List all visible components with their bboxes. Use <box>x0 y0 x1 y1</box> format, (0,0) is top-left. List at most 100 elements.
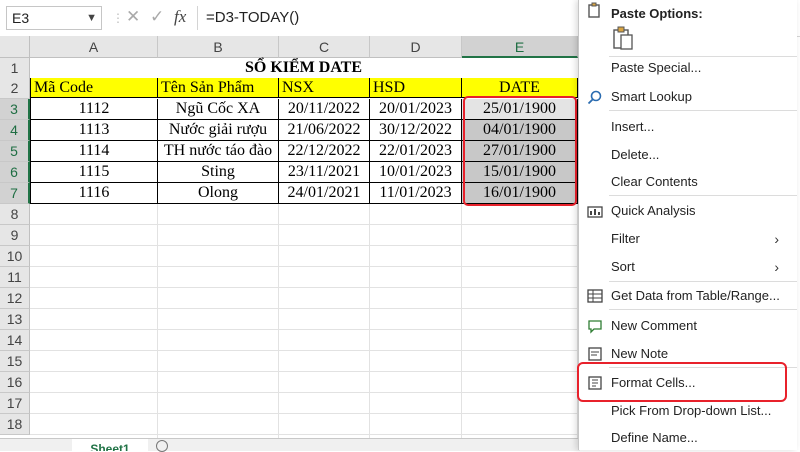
gridline <box>30 329 578 330</box>
table-cell[interactable]: 22/12/2022 <box>279 141 370 162</box>
gridline <box>30 434 578 435</box>
table-cell[interactable]: 30/12/2022 <box>370 120 462 141</box>
cancel-icon[interactable]: ✕ <box>126 7 140 27</box>
table-cell[interactable]: 10/01/2023 <box>370 162 462 183</box>
menu-item-paste-special[interactable]: Paste Special... <box>579 55 797 81</box>
menu-item-clear-contents[interactable]: Clear Contents <box>579 169 797 195</box>
row-header-4[interactable]: 4 <box>0 120 30 141</box>
row-header-12[interactable]: 12 <box>0 288 30 309</box>
gridline <box>30 371 578 372</box>
column-header-b[interactable]: B <box>158 36 279 58</box>
gridline <box>369 204 370 438</box>
menu-item-new-comment[interactable]: New Comment <box>579 313 797 339</box>
menu-item-smart-lookup[interactable]: Smart Lookup <box>579 84 797 110</box>
chevron-right-icon: › <box>774 259 779 275</box>
table-cell[interactable]: 20/11/2022 <box>279 99 370 120</box>
row-header-16[interactable]: 16 <box>0 372 30 393</box>
table-cell[interactable]: 1112 <box>31 99 158 120</box>
menu-item-label: Get Data from Table/Range... <box>611 288 780 303</box>
row-header-13[interactable]: 13 <box>0 309 30 330</box>
row-header-10[interactable]: 10 <box>0 246 30 267</box>
menu-item-label: Insert... <box>611 119 655 134</box>
name-box-value: E3 <box>12 10 30 26</box>
menu-item-sort[interactable]: Sort › <box>579 254 797 280</box>
gridline <box>461 204 462 438</box>
gridline <box>30 308 578 309</box>
select-all-corner[interactable] <box>0 36 30 58</box>
table-cell[interactable]: 22/01/2023 <box>370 141 462 162</box>
formula-input[interactable]: =D3-TODAY() <box>206 9 299 26</box>
table-cell[interactable]: Sting <box>158 162 279 183</box>
table-cell[interactable]: Ngũ Cốc XA <box>158 99 279 120</box>
menu-item-label: Filter <box>611 231 640 246</box>
menu-item-get-data[interactable]: Get Data from Table/Range... <box>579 283 797 309</box>
chevron-right-icon: › <box>774 231 779 247</box>
paste-options-heading: Paste Options: <box>579 0 797 26</box>
row-header-14[interactable]: 14 <box>0 330 30 351</box>
row-header-8[interactable]: 8 <box>0 204 30 225</box>
table-cell[interactable]: 21/06/2022 <box>279 120 370 141</box>
menu-separator <box>609 281 797 282</box>
table-cell[interactable]: Nước giải rượu <box>158 120 279 141</box>
chevron-down-icon[interactable]: ▼ <box>86 7 97 29</box>
formula-bar-grip-icon: ⋮ <box>112 11 124 25</box>
table-cell[interactable]: 1113 <box>31 120 158 141</box>
column-header-c[interactable]: C <box>279 36 370 58</box>
menu-separator <box>609 110 797 111</box>
date-range-highlight <box>463 96 577 206</box>
header-cell-hsd[interactable]: HSD <box>370 78 462 98</box>
menu-item-pick-from-list[interactable]: Pick From Drop-down List... <box>579 398 797 424</box>
header-cell-date[interactable]: DATE <box>462 78 578 98</box>
table-cell[interactable]: TH nước táo đào <box>158 141 279 162</box>
gridline <box>30 245 578 246</box>
menu-item-label: Pick From Drop-down List... <box>611 403 772 418</box>
row-header-17[interactable]: 17 <box>0 393 30 414</box>
table-cell[interactable]: 11/01/2023 <box>370 183 462 204</box>
menu-item-quick-analysis[interactable]: Quick Analysis <box>579 198 797 224</box>
column-header-a[interactable]: A <box>30 36 158 58</box>
context-menu: Paste Options: Paste Special... Smart Lo… <box>577 0 797 451</box>
sheet-title-cell[interactable]: SỔ KIỂM DATE <box>31 58 576 78</box>
header-cell-product[interactable]: Tên Sản Phẩm <box>158 78 279 98</box>
header-cell-code[interactable]: Mã Code <box>31 78 158 98</box>
row-header-11[interactable]: 11 <box>0 267 30 288</box>
name-box[interactable]: E3 ▼ <box>6 6 102 30</box>
gridline <box>30 413 578 414</box>
sheet-tab-sheet1[interactable]: Sheet1 <box>72 439 148 451</box>
enter-icon[interactable]: ✓ <box>150 7 164 27</box>
row-header-2[interactable]: 2 <box>0 78 30 99</box>
header-cell-nsx[interactable]: NSX <box>279 78 370 98</box>
row-header-7[interactable]: 7 <box>0 183 30 204</box>
paste-clipboard-button[interactable] <box>609 24 637 52</box>
insert-function-icon[interactable]: fx <box>174 7 186 27</box>
comment-icon <box>588 320 602 334</box>
column-header-e[interactable]: E <box>462 36 578 58</box>
table-cell[interactable]: 1115 <box>31 162 158 183</box>
menu-item-delete[interactable]: Delete... <box>579 142 797 168</box>
table-icon <box>587 289 603 303</box>
table-cell[interactable]: 1114 <box>31 141 158 162</box>
menu-separator <box>609 309 797 310</box>
row-header-18[interactable]: 18 <box>0 414 30 435</box>
column-header-d[interactable]: D <box>370 36 462 58</box>
row-header-15[interactable]: 15 <box>0 351 30 372</box>
menu-item-label: Clear Contents <box>611 174 698 189</box>
row-header-5[interactable]: 5 <box>0 141 30 162</box>
menu-item-define-name[interactable]: Define Name... <box>579 425 797 451</box>
row-header-1[interactable]: 1 <box>0 58 30 79</box>
row-header-6[interactable]: 6 <box>0 162 30 183</box>
table-cell[interactable]: 1116 <box>31 183 158 204</box>
add-sheet-icon[interactable] <box>156 440 168 452</box>
sheet-tab-bar: Sheet1 <box>0 438 580 452</box>
menu-item-label: Define Name... <box>611 430 698 445</box>
menu-item-filter[interactable]: Filter › <box>579 226 797 252</box>
table-cell[interactable]: Olong <box>158 183 279 204</box>
table-cell[interactable]: 24/01/2021 <box>279 183 370 204</box>
menu-item-insert[interactable]: Insert... <box>579 114 797 140</box>
menu-item-label: New Comment <box>611 318 697 333</box>
row-header-9[interactable]: 9 <box>0 225 30 246</box>
table-cell[interactable]: 20/01/2023 <box>370 99 462 120</box>
row-header-3[interactable]: 3 <box>0 99 30 120</box>
table-cell[interactable]: 23/11/2021 <box>279 162 370 183</box>
note-icon <box>588 347 602 361</box>
